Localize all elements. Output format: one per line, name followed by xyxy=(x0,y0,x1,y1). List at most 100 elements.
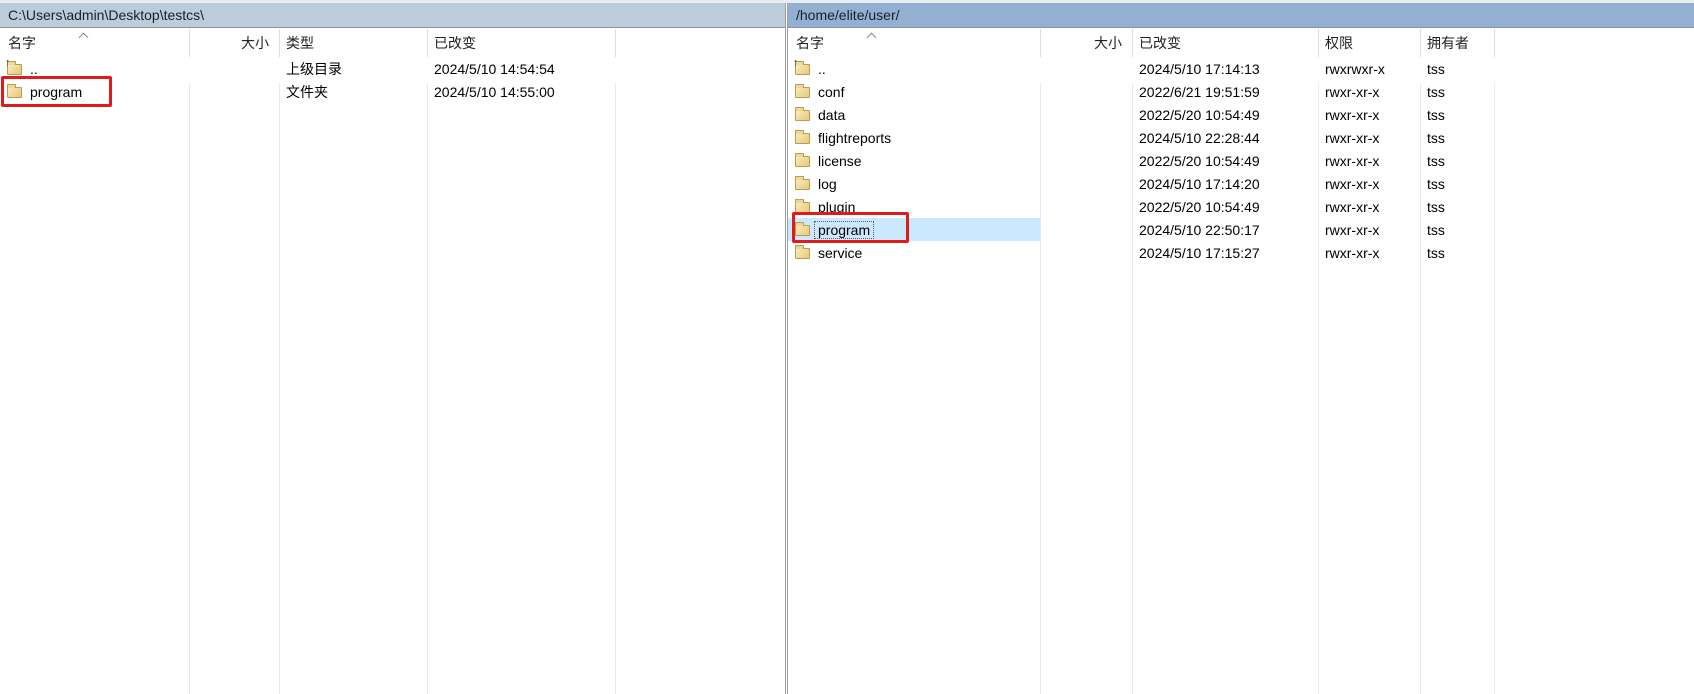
local-column-header-filler xyxy=(616,29,785,57)
cell-type: 文件夹 xyxy=(280,80,428,103)
cell-owner: tss xyxy=(1421,218,1495,241)
local-panel: C:\Users\admin\Desktop\testcs\ 名字 大小 类型 … xyxy=(0,3,786,694)
remote-column-header-filler xyxy=(1495,29,1694,57)
cell-owner: tss xyxy=(1421,103,1495,126)
file-name: .. xyxy=(815,61,829,77)
folder-icon xyxy=(795,248,810,259)
file-row-program[interactable]: program 文件夹2024/5/10 14:55:00 xyxy=(0,80,785,103)
folder-up-icon: ↑ xyxy=(795,64,810,75)
cell-owner: tss xyxy=(1421,57,1495,80)
remote-file-list: 名字 大小 已改变 权限 拥有者 ↑..2024/5/10 17:14:13rw… xyxy=(788,29,1694,694)
cell-owner: tss xyxy=(1421,172,1495,195)
folder-icon xyxy=(7,87,22,98)
cell-owner: tss xyxy=(1421,195,1495,218)
cell-name: log xyxy=(788,172,1041,195)
folder-up-icon: ↑ xyxy=(7,64,22,75)
file-row-plugin[interactable]: plugin2022/5/20 10:54:49rwxr-xr-xtss xyxy=(788,195,1694,218)
file-row-parent[interactable]: ↑.. 上级目录2024/5/10 14:54:54 xyxy=(0,57,785,80)
cell-name: ↑.. xyxy=(788,57,1041,80)
cell-name: data xyxy=(788,103,1041,126)
cell-size xyxy=(1041,195,1133,218)
cell-filler xyxy=(1495,126,1694,149)
remote-column-header-owner[interactable]: 拥有者 xyxy=(1421,29,1495,57)
column-label: 大小 xyxy=(1094,33,1122,53)
file-name: license xyxy=(815,153,865,169)
folder-icon xyxy=(795,179,810,190)
cell-name: license xyxy=(788,149,1041,172)
cell-name: conf xyxy=(788,80,1041,103)
local-column-header-changed[interactable]: 已改变 xyxy=(428,29,616,57)
cell-filler xyxy=(1495,218,1694,241)
file-row-conf[interactable]: conf2022/6/21 19:51:59rwxr-xr-xtss xyxy=(788,80,1694,103)
grid-line xyxy=(1420,83,1421,694)
remote-column-header-changed[interactable]: 已改变 xyxy=(1133,29,1319,57)
cell-changed: 2024/5/10 17:14:20 xyxy=(1133,172,1319,195)
cell-changed: 2022/5/20 10:54:49 xyxy=(1133,103,1319,126)
cell-name: ↑.. xyxy=(0,57,190,80)
remote-path-bar[interactable]: /home/elite/user/ xyxy=(788,3,1694,28)
local-column-header-name[interactable]: 名字 xyxy=(0,29,190,57)
file-row-flightreports[interactable]: flightreports 2024/5/10 22:28:44rwxr-xr-x… xyxy=(788,126,1694,149)
file-name: data xyxy=(815,107,848,123)
cell-name: service xyxy=(788,241,1041,264)
local-file-list: 名字 大小 类型 已改变 ↑..上级目录2024/5/10 14:54:54pr… xyxy=(0,29,785,694)
local-list-header: 名字 大小 类型 已改变 xyxy=(0,29,785,57)
cell-owner: tss xyxy=(1421,149,1495,172)
local-column-header-size[interactable]: 大小 xyxy=(190,29,280,57)
local-path-bar[interactable]: C:\Users\admin\Desktop\testcs\ xyxy=(0,3,785,28)
cell-size xyxy=(1041,103,1133,126)
cell-changed: 2024/5/10 14:55:00 xyxy=(428,80,616,103)
grid-line xyxy=(615,83,616,694)
cell-changed: 2022/5/20 10:54:49 xyxy=(1133,195,1319,218)
cell-size xyxy=(1041,172,1133,195)
cell-changed: 2024/5/10 14:54:54 xyxy=(428,57,616,80)
cell-changed: 2024/5/10 17:15:27 xyxy=(1133,241,1319,264)
cell-name: program xyxy=(0,80,190,103)
cell-changed: 2024/5/10 22:50:17 xyxy=(1133,218,1319,241)
cell-changed: 2024/5/10 17:14:13 xyxy=(1133,57,1319,80)
cell-size xyxy=(1041,80,1133,103)
file-row-program[interactable]: program 2024/5/10 22:50:17rwxr-xr-xtss xyxy=(788,218,1694,241)
cell-filler xyxy=(1495,57,1694,80)
file-name: program xyxy=(815,222,873,238)
cell-size xyxy=(1041,149,1133,172)
cell-perms: rwxr-xr-x xyxy=(1319,126,1421,149)
cell-changed: 2024/5/10 22:28:44 xyxy=(1133,126,1319,149)
cell-filler xyxy=(616,80,785,103)
file-name: flightreports xyxy=(815,130,894,146)
column-label: 名字 xyxy=(796,33,824,53)
cell-filler xyxy=(1495,103,1694,126)
folder-icon xyxy=(795,202,810,213)
file-row-parent[interactable]: ↑..2024/5/10 17:14:13rwxrwxr-xtss xyxy=(788,57,1694,80)
cell-perms: rwxr-xr-x xyxy=(1319,218,1421,241)
column-label: 权限 xyxy=(1325,33,1353,53)
cell-filler xyxy=(1495,172,1694,195)
cell-type: 上级目录 xyxy=(280,57,428,80)
remote-column-header-size[interactable]: 大小 xyxy=(1041,29,1133,57)
cell-owner: tss xyxy=(1421,241,1495,264)
cell-perms: rwxr-xr-x xyxy=(1319,241,1421,264)
file-row-license[interactable]: license2022/5/20 10:54:49rwxr-xr-xtss xyxy=(788,149,1694,172)
sort-ascending-icon xyxy=(867,33,877,43)
cell-size xyxy=(1041,241,1133,264)
column-label: 名字 xyxy=(8,33,36,53)
file-name: program xyxy=(27,84,85,100)
remote-column-header-name[interactable]: 名字 xyxy=(788,29,1041,57)
up-arrow-glyph: ↑ xyxy=(793,58,799,69)
local-column-header-type[interactable]: 类型 xyxy=(280,29,428,57)
cell-perms: rwxr-xr-x xyxy=(1319,80,1421,103)
file-row-log[interactable]: log2024/5/10 17:14:20rwxr-xr-xtss xyxy=(788,172,1694,195)
column-label: 类型 xyxy=(286,33,314,53)
remote-column-header-permissions[interactable]: 权限 xyxy=(1319,29,1421,57)
grid-line xyxy=(1132,83,1133,694)
file-transfer-dual-panels: C:\Users\admin\Desktop\testcs\ 名字 大小 类型 … xyxy=(0,0,1694,694)
file-row-data[interactable]: data2022/5/20 10:54:49rwxr-xr-xtss xyxy=(788,103,1694,126)
cell-size xyxy=(1041,126,1133,149)
up-arrow-glyph: ↑ xyxy=(5,58,11,69)
grid-line xyxy=(1318,83,1319,694)
column-label: 拥有者 xyxy=(1427,33,1469,53)
file-row-service[interactable]: service 2024/5/10 17:15:27rwxr-xr-xtss xyxy=(788,241,1694,264)
cell-filler xyxy=(1495,80,1694,103)
cell-owner: tss xyxy=(1421,126,1495,149)
column-label: 大小 xyxy=(241,33,269,53)
